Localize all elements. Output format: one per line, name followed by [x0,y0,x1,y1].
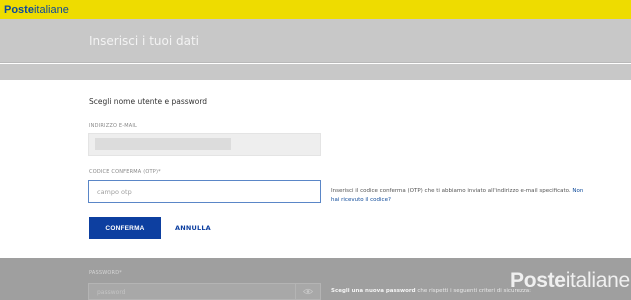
watermark-bold-text: Poste [510,269,566,292]
password-placeholder: password [97,289,126,296]
logo-light-text: italiane [33,4,69,16]
otp-label: CODICE CONFERMA (OTP)* [89,169,161,175]
header-divider-band [0,64,631,80]
otp-input[interactable] [88,180,321,203]
cancel-button[interactable]: ANNULLA [175,224,211,232]
email-label: INDIRIZZO E-MAIL [89,123,138,129]
otp-hint: Inserisci il codice conferma (OTP) che t… [331,187,591,205]
logo-bold-text: Poste [4,4,34,16]
poste-italiane-logo[interactable]: Posteitaliane [4,4,69,16]
email-value-redacted [95,138,231,150]
section-title: Scegli nome utente e password [89,97,208,106]
password-hint-bold: Scegli una nuova password [331,288,416,294]
password-label: PASSWORD* [89,270,122,276]
email-field [88,133,321,156]
page-title: Inserisci i tuoi dati [89,34,200,48]
otp-hint-text: Inserisci il codice conferma (OTP) che t… [331,188,571,194]
eye-icon[interactable] [295,284,320,299]
page-header: Inserisci i tuoi dati [0,19,631,63]
watermark-light-text: italiane [565,269,630,292]
password-hint: Scegli una nuova password che rispetti i… [331,288,531,294]
password-field[interactable]: password [88,283,321,300]
confirm-button[interactable]: CONFERMA [89,217,161,239]
top-brand-bar: Posteitaliane [0,0,631,19]
poste-italiane-watermark: Posteitaliane [510,269,630,293]
